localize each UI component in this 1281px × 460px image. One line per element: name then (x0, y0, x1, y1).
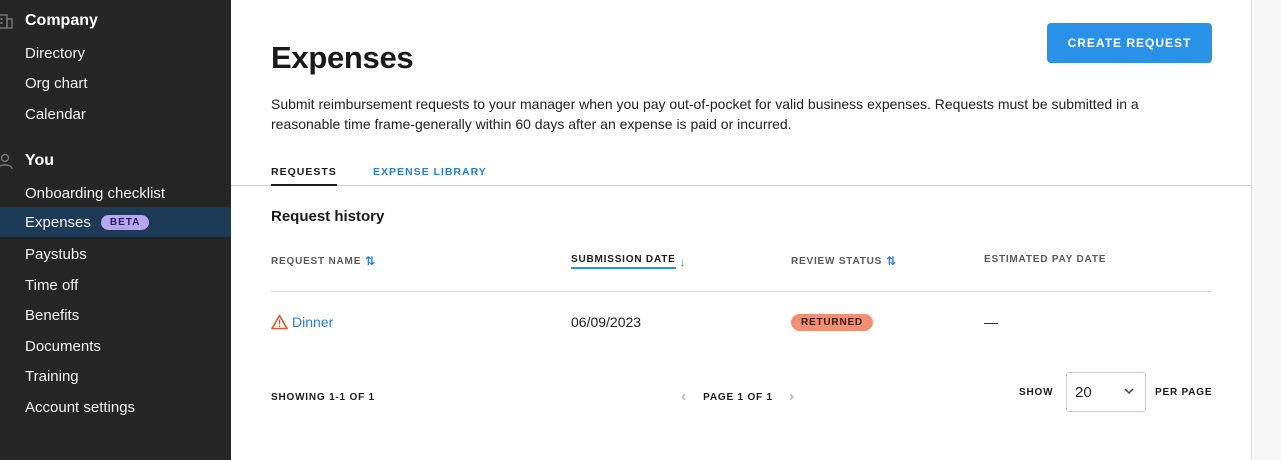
pagination: ‹ PAGE 1 OF 1 › (681, 388, 795, 406)
sidebar-section-company: Company (0, 9, 231, 33)
sidebar-item-directory[interactable]: Directory (0, 38, 231, 68)
sort-descending-icon: ↓ (679, 254, 687, 269)
status-badge: RETURNED (791, 314, 873, 331)
sidebar-item-time-off[interactable]: Time off (0, 270, 231, 300)
chevron-down-icon (1124, 388, 1134, 395)
sidebar-item-documents[interactable]: Documents (0, 331, 231, 361)
page-description: Submit reimbursement requests to your ma… (271, 96, 1139, 132)
submission-date: 06/09/2023 (571, 314, 642, 330)
sidebar-item-paystubs[interactable]: Paystubs (0, 239, 231, 269)
section-title: Request history (271, 208, 385, 225)
sort-icon: ⇅ (365, 254, 377, 268)
column-header-label: REVIEW STATUS (791, 255, 883, 267)
per-page-value: 20 (1075, 383, 1092, 401)
sidebar-item-org-chart[interactable]: Org chart (0, 68, 231, 98)
column-header-label: REQUEST NAME (271, 255, 362, 267)
per-page-select[interactable]: 20 (1066, 372, 1146, 412)
request-name: Dinner (292, 314, 334, 330)
request-name-link[interactable]: Dinner (271, 314, 333, 330)
building-icon (0, 14, 13, 29)
column-header-label: ESTIMATED PAY DATE (984, 254, 1107, 265)
column-header-estimated-pay-date: ESTIMATED PAY DATE (984, 254, 1106, 265)
sidebar-item-account-settings[interactable]: Account settings (0, 392, 231, 422)
next-page-icon[interactable]: › (789, 388, 795, 406)
column-header-submission-date[interactable]: SUBMISSION DATE ↓ (571, 254, 686, 269)
column-header-review-status[interactable]: REVIEW STATUS ⇅ (791, 254, 897, 268)
right-gutter (1252, 0, 1281, 460)
sidebar-item-label: Expenses (25, 213, 91, 231)
column-header-label: SUBMISSION DATE (571, 254, 676, 269)
sidebar-section-you: You (0, 149, 231, 173)
column-header-request-name[interactable]: REQUEST NAME ⇅ (271, 254, 376, 268)
warning-icon (271, 314, 288, 330)
show-label: SHOW (1019, 387, 1054, 398)
tab-requests[interactable]: REQUESTS (271, 166, 337, 186)
sidebar-item-onboarding-checklist[interactable]: Onboarding checklist (0, 178, 231, 208)
sidebar-section-label: You (25, 152, 55, 169)
sort-icon: ⇅ (886, 254, 898, 268)
tab-bar: REQUESTS EXPENSE LIBRARY (231, 160, 1252, 186)
beta-badge: BETA (100, 214, 150, 230)
sidebar-item-expenses[interactable]: Expenses BETA (0, 207, 231, 237)
create-request-button[interactable]: CREATE REQUEST (1047, 23, 1212, 63)
results-count: SHOWING 1-1 OF 1 (271, 392, 375, 403)
page-indicator: PAGE 1 OF 1 (703, 391, 773, 403)
sidebar-item-benefits[interactable]: Benefits (0, 300, 231, 330)
tab-expense-library[interactable]: EXPENSE LIBRARY (373, 166, 487, 184)
per-page-label: PER PAGE (1155, 387, 1213, 398)
person-icon (0, 153, 13, 170)
main-content: Expenses CREATE REQUEST Submit reimburse… (231, 0, 1252, 460)
table-divider (271, 291, 1212, 292)
previous-page-icon[interactable]: ‹ (681, 388, 687, 406)
sidebar-item-calendar[interactable]: Calendar (0, 99, 231, 129)
page-title: Expenses (271, 40, 414, 75)
estimated-pay-date: — (984, 314, 998, 330)
sidebar: Company Directory Org chart Calendar You… (0, 0, 231, 460)
sidebar-item-training[interactable]: Training (0, 361, 231, 391)
sidebar-section-label: Company (25, 12, 98, 29)
